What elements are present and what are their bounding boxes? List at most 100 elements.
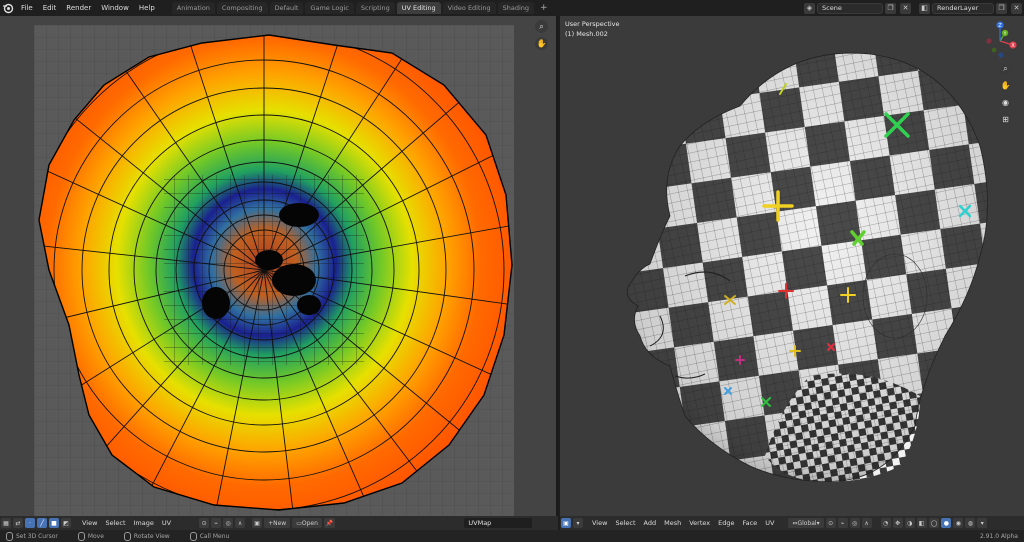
transform-orientation-label: Global [797, 519, 817, 527]
hint-label: Rotate View [133, 532, 170, 540]
copy-scene-icon[interactable]: ❐ [885, 2, 896, 14]
hint-move: Move [72, 531, 104, 541]
3d-viewport[interactable]: User Perspective (1) Mesh.002 X Y Z ⌕ ✋ … [560, 16, 1024, 516]
scene-name-field[interactable]: Scene [817, 2, 883, 14]
menu-vp-vertex[interactable]: Vertex [685, 519, 714, 527]
menu-vp-mesh[interactable]: Mesh [660, 519, 685, 527]
hint-label: Call Menu [199, 532, 230, 540]
add-workspace-button[interactable]: + [536, 3, 552, 13]
tab-compositing[interactable]: Compositing [216, 2, 268, 14]
menu-uv-select[interactable]: Select [101, 519, 129, 527]
proportional-edit-icon[interactable]: ◎ [223, 518, 234, 528]
mouse-middle-icon [77, 531, 85, 541]
snap-icon[interactable]: ⌁ [211, 518, 222, 528]
svg-text:Z: Z [998, 23, 1002, 29]
edge-select-icon[interactable]: ╱ [37, 518, 47, 528]
menu-vp-add[interactable]: Add [640, 519, 661, 527]
gizmo-icon[interactable]: ✥ [892, 518, 903, 528]
transform-orientation-dropdown[interactable]: ⇔ Global ▾ [788, 518, 824, 528]
mouse-right-icon [189, 531, 197, 541]
svg-text:X: X [1011, 43, 1015, 49]
mouse-left-icon [6, 531, 13, 541]
editor-type-icon[interactable]: ▦ [1, 518, 11, 528]
hint-label: Set 3D Cursor [16, 532, 58, 540]
menu-uv-uv[interactable]: UV [158, 519, 175, 527]
wireframe-shading-icon[interactable]: ◯ [928, 518, 940, 528]
image-browse-icon[interactable]: ▣ [252, 518, 263, 528]
hint-label: Move [87, 532, 104, 540]
menu-uv-image[interactable]: Image [130, 519, 158, 527]
tab-shading[interactable]: Shading [497, 2, 534, 14]
head-shape [626, 52, 988, 482]
menu-edit[interactable]: Edit [38, 0, 62, 16]
version-label: 2.91.0 Alpha [979, 532, 1018, 540]
new-image-label: New [273, 519, 287, 527]
mode-icon[interactable]: ▾ [573, 518, 583, 528]
open-image-button[interactable]: ▭ Open [292, 518, 322, 528]
falloff-icon[interactable]: ∧ [235, 518, 246, 528]
tab-animation[interactable]: Animation [171, 2, 215, 14]
menu-window[interactable]: Window [96, 0, 134, 16]
hint-set-3d-cursor: Set 3D Cursor [0, 531, 58, 541]
open-image-label: Open [301, 519, 318, 527]
menu-vp-face[interactable]: Face [738, 519, 761, 527]
tab-uv-editing[interactable]: UV Editing [396, 2, 441, 14]
head-mesh[interactable] [590, 36, 1010, 496]
shading-options-icon[interactable]: ▾ [977, 518, 988, 528]
tab-game-logic[interactable]: Game Logic [305, 2, 354, 14]
delete-scene-icon[interactable]: ✕ [900, 2, 911, 14]
uvmap-field[interactable]: UVMap [464, 518, 533, 528]
falloff-icon[interactable]: ∧ [861, 518, 872, 528]
uv-island[interactable] [34, 25, 514, 516]
snap-icon[interactable]: ⌁ [837, 518, 848, 528]
tab-default[interactable]: Default [269, 2, 304, 14]
menu-vp-uv[interactable]: UV [761, 519, 778, 527]
pivot-point-icon[interactable]: ⊙ [825, 518, 836, 528]
scene-selector-area: ◈ Scene ❐ ✕ ◧ RenderLayer ❐ ✕ [802, 0, 1024, 16]
hint-call-menu: Call Menu [184, 531, 230, 541]
blender-logo-icon[interactable] [0, 0, 16, 16]
hint-rotate-view: Rotate View [118, 531, 170, 541]
face-select-icon[interactable]: ■ [49, 518, 59, 528]
menu-render[interactable]: Render [61, 0, 96, 16]
visibility-icon[interactable]: ◔ [880, 518, 891, 528]
editor-type-icon[interactable]: ▣ [561, 518, 571, 528]
menu-vp-view[interactable]: View [588, 519, 611, 527]
menu-vp-edge[interactable]: Edge [714, 519, 738, 527]
proportional-edit-icon[interactable]: ◎ [849, 518, 860, 528]
mouse-middle-icon [123, 531, 131, 541]
workspace-tabs: Animation Compositing Default Game Logic… [171, 0, 552, 16]
menu-help[interactable]: Help [134, 0, 160, 16]
top-bar: File Edit Render Window Help Animation C… [0, 0, 1024, 16]
pin-icon[interactable]: 📌 [323, 518, 336, 528]
uv-editor[interactable]: ⌕ ✋ [0, 16, 558, 516]
overlays-icon[interactable]: ◑ [904, 518, 915, 528]
viewport-header: ▣ ▾ View Select Add Mesh Vertex Edge Fac… [560, 516, 1024, 530]
uv-canvas[interactable] [34, 25, 514, 516]
status-bar: Set 3D Cursor Move Rotate View Call Menu… [0, 530, 1024, 542]
copy-layer-icon[interactable]: ❐ [996, 2, 1007, 14]
tab-video-editing[interactable]: Video Editing [442, 2, 496, 14]
sync-selection-icon[interactable]: ⇄ [13, 518, 23, 528]
solid-shading-icon[interactable]: ● [941, 518, 952, 528]
material-shading-icon[interactable]: ◉ [953, 518, 964, 528]
render-layer-field[interactable]: RenderLayer [932, 2, 994, 14]
pan-hand-icon[interactable]: ✋ [535, 37, 548, 50]
render-layer-icon[interactable]: ◧ [919, 2, 930, 14]
menu-vp-select[interactable]: Select [611, 519, 639, 527]
menu-file[interactable]: File [16, 0, 38, 16]
new-image-button[interactable]: + New [264, 518, 291, 528]
island-select-icon[interactable]: ◩ [61, 518, 71, 528]
scene-icon[interactable]: ◈ [804, 2, 815, 14]
pivot-icon[interactable]: ⊙ [199, 518, 210, 528]
uv-navigation-gizmo: ⌕ ✋ [535, 20, 548, 50]
zoom-icon[interactable]: ⌕ [535, 20, 548, 33]
xray-icon[interactable]: ◧ [916, 518, 927, 528]
delete-layer-icon[interactable]: ✕ [1011, 2, 1022, 14]
uv-editor-header: ▦ ⇄ · ╱ ■ ◩ View Select Image UV ⊙ ⌁ ◎ ∧… [0, 516, 558, 530]
perspective-label: User Perspective [565, 20, 620, 28]
tab-scripting[interactable]: Scripting [355, 2, 395, 14]
menu-uv-view[interactable]: View [78, 519, 101, 527]
vertex-select-icon[interactable]: · [25, 518, 35, 528]
rendered-shading-icon[interactable]: ◍ [965, 518, 976, 528]
